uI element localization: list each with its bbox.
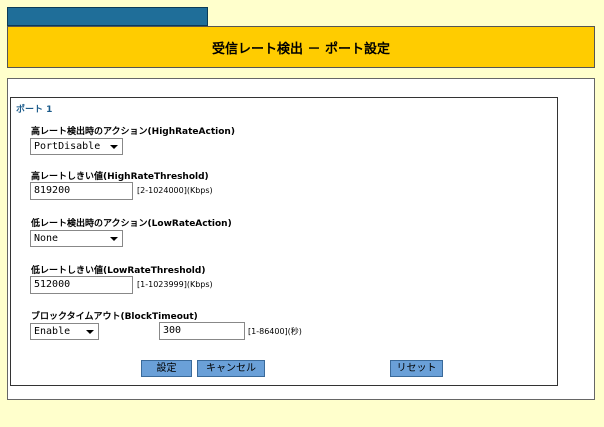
- high-rate-action-label: 高レート検出時のアクション(HighRateAction): [31, 127, 235, 137]
- page-title-bar: 受信レート検出 － ポート設定: [7, 26, 595, 68]
- chevron-down-icon: [110, 237, 118, 241]
- reset-button[interactable]: リセット: [390, 360, 443, 377]
- block-timeout-input[interactable]: 300: [159, 322, 245, 340]
- page-title: 受信レート検出 － ポート設定: [211, 41, 391, 57]
- low-rate-action-select[interactable]: None: [30, 230, 123, 247]
- block-timeout-select-value: Enable: [34, 326, 71, 337]
- high-rate-threshold-range: [2-1024000](Kbps): [137, 186, 213, 195]
- low-rate-threshold-label: 低レートしきい値(LowRateThreshold): [31, 266, 206, 276]
- cancel-button[interactable]: キャンセル: [197, 360, 265, 377]
- apply-button[interactable]: 設定: [141, 360, 192, 377]
- block-timeout-range: [1-86400](秒): [248, 327, 302, 336]
- low-rate-threshold-input[interactable]: 512000: [30, 276, 133, 294]
- low-rate-action-label: 低レート検出時のアクション(LowRateAction): [31, 219, 232, 229]
- low-rate-threshold-range: [1-1023999](Kbps): [137, 280, 213, 289]
- high-rate-action-select[interactable]: PortDisable: [30, 138, 123, 155]
- high-rate-threshold-label: 高レートしきい値(HighRateThreshold): [31, 172, 209, 182]
- high-rate-action-value: PortDisable: [34, 141, 101, 152]
- chevron-down-icon: [86, 330, 94, 334]
- high-rate-threshold-input[interactable]: 819200: [30, 182, 133, 200]
- chevron-down-icon: [110, 145, 118, 149]
- low-rate-action-value: None: [34, 233, 59, 244]
- header-tab: [7, 7, 208, 26]
- block-timeout-select[interactable]: Enable: [30, 323, 99, 340]
- port-title: ポート 1: [16, 105, 53, 115]
- block-timeout-label: ブロックタイムアウト(BlockTimeout): [31, 312, 198, 322]
